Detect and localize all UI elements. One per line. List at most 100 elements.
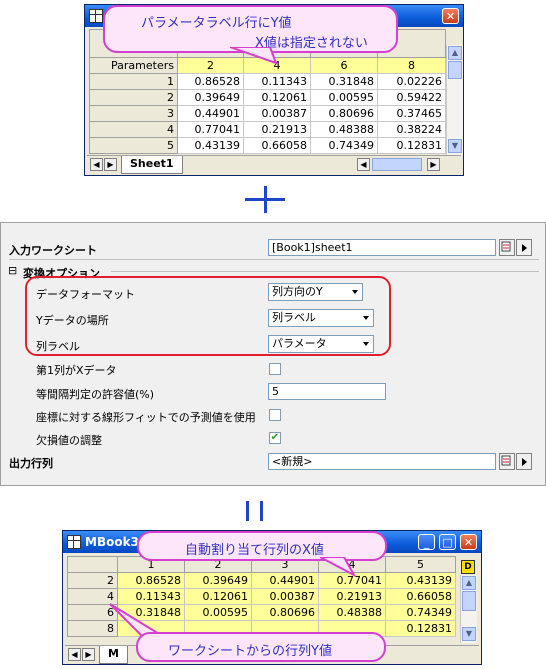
hscroll-right-icon[interactable]: ▶ [427, 158, 440, 171]
maximize-button[interactable]: □ [439, 534, 456, 550]
data-cell[interactable]: 0.48388 [318, 604, 386, 621]
data-cell[interactable]: 0.00387 [243, 105, 311, 122]
missing-value-checkbox[interactable]: ✔ [269, 432, 281, 444]
expand-menu-button[interactable] [516, 239, 532, 256]
data-cell[interactable]: 0.00595 [184, 604, 252, 621]
tab-sheet1[interactable]: Sheet1 [121, 156, 183, 174]
param-label-cell[interactable]: Parameters [89, 57, 178, 74]
data-cell[interactable]: 0.86528 [177, 73, 244, 90]
data-cell[interactable]: 0.48388 [310, 121, 378, 138]
data-cell[interactable]: 0.39649 [184, 572, 252, 589]
scroll-thumb[interactable] [448, 61, 462, 79]
sheet-tab-bar: ◀ ▶ Sheet1 ◀ ▶ [87, 155, 461, 174]
highlight-box [25, 276, 391, 356]
data-cell[interactable]: 0.21913 [243, 121, 311, 138]
data-cell[interactable]: 0.59422 [377, 89, 446, 106]
missing-value-label: 欠損値の調整 [36, 434, 102, 447]
close-button[interactable]: ✕ [442, 8, 459, 24]
data-cell[interactable]: 0.12831 [385, 620, 456, 637]
input-worksheet-field[interactable]: [Book1]sheet1 [268, 239, 496, 256]
tab-next-icon[interactable]: ▶ [82, 648, 95, 661]
table-row: 4 0.77041 0.21913 0.48388 0.38224 [89, 121, 446, 138]
group-collapse-icon[interactable]: ⊟ [8, 264, 17, 277]
row-header[interactable]: 1 [89, 73, 178, 90]
data-cell[interactable]: 0.37465 [377, 105, 446, 122]
data-cell[interactable]: 0.77041 [177, 121, 244, 138]
select-range-button[interactable] [499, 239, 515, 256]
tab-prev-icon[interactable]: ◀ [68, 648, 81, 661]
scroll-up-icon[interactable]: ▲ [462, 576, 476, 590]
vertical-scrollbar[interactable]: ▲ ▼ [446, 45, 463, 155]
row-header[interactable]: 2 [67, 572, 118, 589]
minimize-button[interactable]: _ [418, 534, 435, 550]
data-cell[interactable]: 0.12061 [184, 588, 252, 605]
row-header[interactable]: 5 [89, 137, 178, 154]
data-cell[interactable]: 0.43139 [177, 137, 244, 154]
data-cell[interactable]: 0.00387 [251, 588, 319, 605]
scroll-down-icon[interactable]: ▼ [462, 627, 476, 641]
linear-fit-checkbox[interactable] [269, 409, 281, 421]
matrix-title: MBook3 [85, 535, 139, 549]
linear-fit-label: 座標に対する線形フィットでの予測値を使用 [36, 411, 256, 424]
table-row: 2 0.39649 0.12061 0.00595 0.59422 [89, 89, 446, 106]
output-select-button[interactable] [499, 453, 515, 470]
param-row-callout: パラメータラベル行にY値 X値は指定されない [103, 5, 398, 53]
scroll-down-icon[interactable]: ▼ [448, 139, 462, 153]
vertical-scrollbar[interactable]: ▲ ▼ [460, 575, 477, 643]
data-cell[interactable]: 0.44901 [251, 572, 319, 589]
row-header[interactable]: 4 [89, 121, 178, 138]
equals-bar-1 [246, 501, 249, 521]
column-header[interactable]: 5 [385, 556, 456, 573]
hscroll-thumb[interactable] [372, 158, 422, 171]
output-menu-button[interactable] [516, 453, 532, 470]
data-cell[interactable]: 0.12831 [377, 137, 446, 154]
row-header[interactable]: 2 [89, 89, 178, 106]
data-cell[interactable]: 0.00595 [310, 89, 378, 106]
first-col-x-checkbox[interactable] [269, 363, 281, 375]
tolerance-input[interactable]: 5 [268, 383, 386, 400]
scroll-up-icon[interactable]: ▲ [448, 46, 462, 60]
x-callout-text: 自動割り当て行列のX値 [185, 543, 324, 558]
data-cell[interactable]: 0.12061 [243, 89, 311, 106]
equals-text: ＝ [0, 0, 1, 1]
scroll-thumb[interactable] [462, 591, 476, 611]
data-cell[interactable]: 0.80696 [251, 604, 319, 621]
output-matrix-field[interactable]: <新規> [268, 453, 496, 470]
data-cell[interactable]: 0.44901 [177, 105, 244, 122]
param-cell[interactable]: 6 [310, 57, 378, 74]
data-cell[interactable]: 0.86528 [117, 572, 185, 589]
tab-next-icon[interactable]: ▶ [104, 158, 117, 171]
data-cell[interactable]: 0.38224 [377, 121, 446, 138]
tab-matrix-sheet[interactable]: M [99, 646, 128, 664]
param-cell[interactable]: 8 [377, 57, 446, 74]
first-col-x-label: 第1列がXデータ [36, 364, 117, 377]
y-value-callout: ワークシートからの行列Y値 [136, 632, 386, 662]
tolerance-label: 等間隔判定の許容値(%) [36, 388, 155, 401]
tab-prev-icon[interactable]: ◀ [90, 158, 103, 171]
callout-pointer [230, 47, 278, 65]
close-button[interactable]: ✕ [460, 534, 477, 550]
table-row: 5 0.43139 0.66058 0.74349 0.12831 [89, 137, 446, 154]
d-button[interactable]: D [461, 560, 475, 574]
matrix-icon [67, 535, 81, 549]
divider [9, 259, 539, 260]
y-callout-text: ワークシートからの行列Y値 [168, 644, 332, 659]
x-callout-pointer [320, 557, 357, 578]
data-cell[interactable]: 0.80696 [310, 105, 378, 122]
data-cell[interactable]: 0.02226 [377, 73, 446, 90]
data-cell[interactable]: 0.43139 [385, 572, 456, 589]
equals-bar-2 [260, 501, 263, 521]
data-cell[interactable]: 0.11343 [243, 73, 311, 90]
row-header[interactable]: 3 [89, 105, 178, 122]
data-cell[interactable]: 0.39649 [177, 89, 244, 106]
conversion-dialog: 入力ワークシート [Book1]sheet1 ⊟ 変換オプション データフォーマ… [0, 222, 546, 486]
callout-line1: パラメータラベル行にY値 [141, 16, 292, 31]
data-cell[interactable]: 0.74349 [310, 137, 378, 154]
data-cell[interactable]: 0.31848 [310, 73, 378, 90]
data-cell[interactable]: 0.66058 [243, 137, 311, 154]
data-cell[interactable]: 0.74349 [385, 604, 456, 621]
select-range-icon [501, 241, 511, 252]
data-cell[interactable]: 0.66058 [385, 588, 456, 605]
hscroll-left-icon[interactable]: ◀ [357, 158, 370, 171]
data-cell[interactable]: 0.21913 [318, 588, 386, 605]
